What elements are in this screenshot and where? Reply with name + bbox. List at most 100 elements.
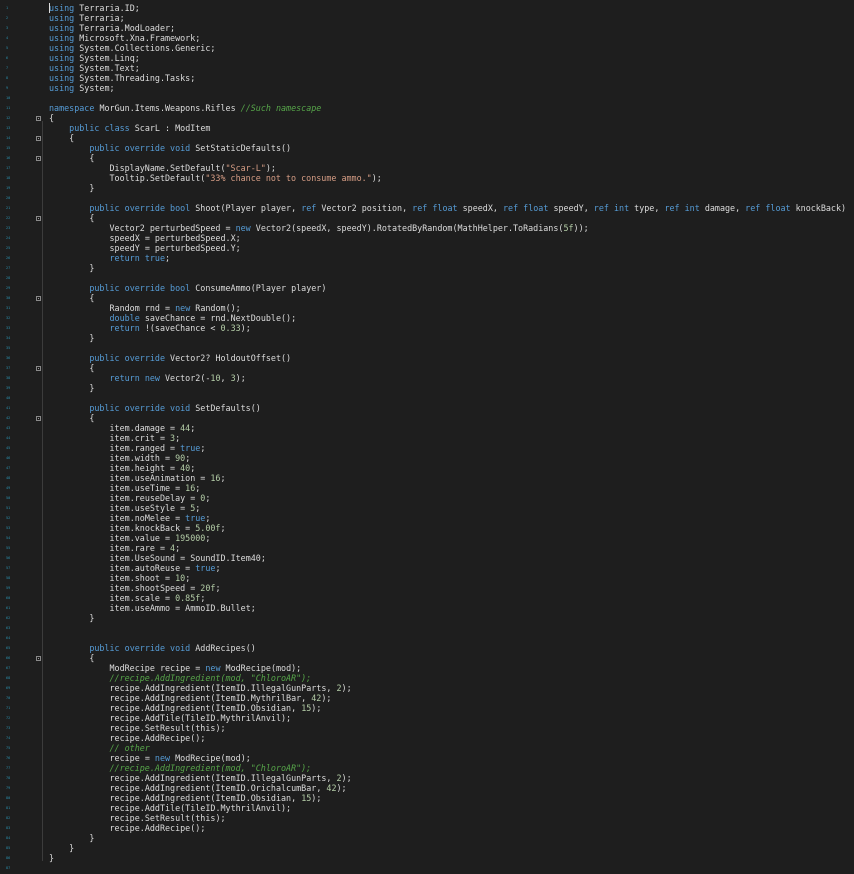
code-line[interactable]: public override bool ConsumeAmmo(Player …: [49, 283, 326, 293]
code-line[interactable]: recipe.AddIngredient(ItemID.Obsidian, 15…: [49, 793, 322, 803]
code-line[interactable]: return !(saveChance < 0.33);: [49, 323, 251, 333]
code-line[interactable]: item.UseSound = SoundID.Item40;: [49, 553, 266, 563]
code-line[interactable]: item.rare = 4;: [49, 543, 181, 553]
fold-toggle-icon[interactable]: [36, 116, 41, 121]
code-line[interactable]: using Terraria.ModLoader;: [49, 23, 175, 33]
code-line[interactable]: }: [49, 613, 94, 623]
code-line[interactable]: using System.Collections.Generic;: [49, 43, 215, 53]
code-line[interactable]: item.useAnimation = 16;: [49, 473, 226, 483]
code-line[interactable]: recipe.AddIngredient(ItemID.IllegalGunPa…: [49, 683, 352, 693]
code-line[interactable]: speedX = perturbedSpeed.X;: [49, 233, 241, 243]
code-line[interactable]: }: [49, 333, 94, 343]
code-line[interactable]: public override bool Shoot(Player player…: [49, 203, 846, 213]
code-line[interactable]: return true;: [49, 253, 171, 263]
fold-toggle-icon[interactable]: [36, 416, 41, 421]
code-line[interactable]: item.autoReuse = true;: [49, 563, 221, 573]
fold-toggle-icon[interactable]: [36, 216, 41, 221]
code-line[interactable]: recipe.AddTile(TileID.MythrilAnvil);: [49, 713, 292, 723]
code-line[interactable]: {: [49, 653, 94, 663]
code-line[interactable]: item.noMelee = true;: [49, 513, 211, 523]
code-line[interactable]: item.shoot = 10;: [49, 573, 191, 583]
code-line[interactable]: item.width = 90;: [49, 453, 191, 463]
code-token: Vector2: [321, 203, 357, 213]
code-token: item: [109, 563, 130, 573]
code-line[interactable]: using Microsoft.Xna.Framework;: [49, 33, 200, 43]
code-line[interactable]: public class ScarL : ModItem: [49, 123, 210, 133]
fold-toggle-icon[interactable]: [36, 656, 41, 661]
code-line[interactable]: {: [49, 133, 74, 143]
code-line[interactable]: }: [49, 833, 94, 843]
code-line[interactable]: }: [49, 183, 94, 193]
code-line[interactable]: using System;: [49, 83, 115, 93]
code-token: IllegalGunParts: [250, 773, 327, 783]
code-line[interactable]: //recipe.AddIngredient(mod, "ChloroAR");: [49, 763, 312, 773]
code-line[interactable]: public override void AddRecipes(): [49, 643, 255, 653]
code-line[interactable]: item.damage = 44;: [49, 423, 196, 433]
code-line[interactable]: {: [49, 153, 94, 163]
code-token: Framework: [149, 33, 196, 43]
keyword: using: [49, 3, 75, 13]
code-line[interactable]: item.ranged = true;: [49, 443, 206, 453]
code-line[interactable]: recipe.AddRecipe();: [49, 733, 206, 743]
code-line[interactable]: item.reuseDelay = 0;: [49, 493, 211, 503]
code-line[interactable]: item.shootSpeed = 20f;: [49, 583, 221, 593]
code-line[interactable]: item.useAmmo = AmmoID.Bullet;: [49, 603, 256, 613]
code-line[interactable]: speedY = perturbedSpeed.Y;: [49, 243, 241, 253]
code-line[interactable]: DisplayName.SetDefault("Scar-L");: [49, 163, 276, 173]
code-line[interactable]: using Terraria.ID;: [49, 3, 140, 13]
code-line[interactable]: recipe.AddIngredient(ItemID.IllegalGunPa…: [49, 773, 352, 783]
code-line[interactable]: {: [49, 293, 94, 303]
code-line[interactable]: // other: [49, 743, 150, 753]
code-area[interactable]: using Terraria.ID; using Terraria; using T…: [49, 0, 854, 874]
code-line[interactable]: item.useStyle = 5;: [49, 503, 201, 513]
code-line[interactable]: recipe = new ModRecipe(mod);: [49, 753, 251, 763]
code-line[interactable]: //recipe.AddIngredient(mod, "ChloroAR");: [49, 673, 312, 683]
fold-toggle-icon[interactable]: [36, 296, 41, 301]
code-line[interactable]: }: [49, 383, 94, 393]
fold-toggle-icon[interactable]: [36, 136, 41, 141]
code-line[interactable]: item.scale = 0.85f;: [49, 593, 206, 603]
code-line[interactable]: Vector2 perturbedSpeed = new Vector2(spe…: [49, 223, 589, 233]
code-line[interactable]: item.useTime = 16;: [49, 483, 201, 493]
code-line[interactable]: return new Vector2(-10, 3);: [49, 373, 246, 383]
code-line[interactable]: using Terraria;: [49, 13, 125, 23]
code-line[interactable]: recipe.AddTile(TileID.MythrilAnvil);: [49, 803, 292, 813]
code-line[interactable]: double saveChance = rnd.NextDouble();: [49, 313, 297, 323]
code-line[interactable]: public override void SetDefaults(): [49, 403, 260, 413]
code-line[interactable]: {: [49, 413, 94, 423]
code-line[interactable]: {: [49, 363, 94, 373]
code-line[interactable]: public override void SetStaticDefaults(): [49, 143, 291, 153]
code-line[interactable]: item.knockBack = 5.00f;: [49, 523, 226, 533]
code-line[interactable]: recipe.SetResult(this);: [49, 813, 226, 823]
code-line[interactable]: item.crit = 3;: [49, 433, 181, 443]
code-line[interactable]: using System.Text;: [49, 63, 140, 73]
code-line[interactable]: recipe.AddIngredient(ItemID.MythrilBar, …: [49, 693, 332, 703]
code-token: recipe: [109, 713, 140, 723]
code-line[interactable]: ModRecipe recipe = new ModRecipe(mod);: [49, 663, 302, 673]
keyword: void: [170, 403, 191, 413]
code-line[interactable]: recipe.AddIngredient(ItemID.OrichalcumBa…: [49, 783, 347, 793]
code-line[interactable]: recipe.AddRecipe();: [49, 823, 206, 833]
line-number: 51: [6, 506, 11, 510]
code-line[interactable]: }: [49, 853, 54, 863]
code-line[interactable]: recipe.SetResult(this);: [49, 723, 226, 733]
code-line[interactable]: recipe.AddIngredient(ItemID.Obsidian, 15…: [49, 703, 322, 713]
fold-toggle-icon[interactable]: [36, 156, 41, 161]
code-line[interactable]: using System.Threading.Tasks;: [49, 73, 195, 83]
code-editor[interactable]: 1 2 3 4 5 6 7 8 9 10 11 12 13 14 15 16 17 18 19 20 21 22 23 24 2…: [0, 0, 854, 874]
code-line[interactable]: item.height = 40;: [49, 463, 196, 473]
code-line[interactable]: }: [49, 843, 74, 853]
code-line[interactable]: {: [49, 213, 94, 223]
line-number: 48: [6, 476, 11, 480]
code-line[interactable]: }: [49, 263, 94, 273]
code-line[interactable]: item.value = 195000;: [49, 533, 211, 543]
code-line[interactable]: public override Vector2? HoldoutOffset(): [49, 353, 291, 363]
code-line[interactable]: Tooltip.SetDefault("33% chance not to co…: [49, 173, 382, 183]
code-line[interactable]: Random rnd = new Random();: [49, 303, 241, 313]
fold-toggle-icon[interactable]: [36, 366, 41, 371]
code-line[interactable]: namespace MorGun.Items.Weapons.Rifles //…: [49, 103, 321, 113]
code-line[interactable]: {: [49, 113, 54, 123]
code-line[interactable]: using System.Linq;: [49, 53, 140, 63]
